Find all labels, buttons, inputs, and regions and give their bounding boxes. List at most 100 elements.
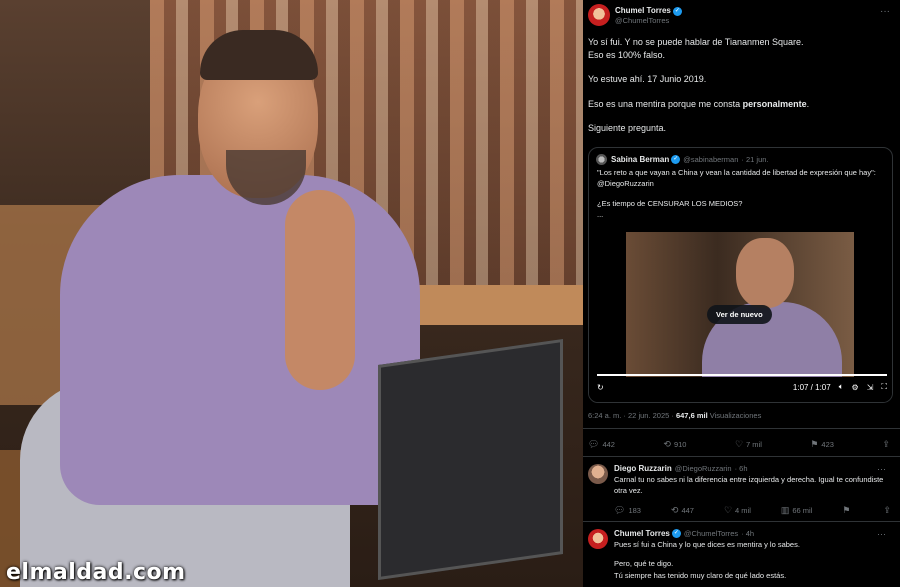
reply-time: · 4h <box>741 529 755 538</box>
tweet-bold-word: personalmente <box>742 98 807 109</box>
replay-button[interactable]: Ver de nuevo <box>707 305 772 324</box>
reply-count: 183 <box>628 506 641 515</box>
tweet-line: Yo estuve ahí. 17 Junio 2019. <box>588 74 707 84</box>
video-time: 1:07 / 1:07 <box>792 382 831 392</box>
tweet-punctuation: . <box>806 98 810 109</box>
tweet-line: Yo sí fui. Y no se puede hablar de Tiana… <box>588 37 804 47</box>
reply-actions: 💬︎ 183 ⟲ 447 ♡ 4 mil ▥ 66 mil ⚑ ⇪ <box>614 505 894 516</box>
share-button[interactable]: ⇪ <box>883 505 894 516</box>
quote-author-name[interactable]: Sabina Berman <box>611 155 669 164</box>
main-tweet-actions: 💬︎ 442 ⟲ 910 ♡ 7 mil ⚑ 423 ⇪ <box>588 439 893 450</box>
share-button[interactable]: ⇪ <box>882 439 893 450</box>
more-icon[interactable]: ··· <box>877 464 886 474</box>
reply-tweet[interactable]: Diego Ruzzarin @DiegoRuzzarin · 6h Carna… <box>588 464 898 496</box>
settings-icon[interactable]: ⚙︎ <box>852 383 859 392</box>
like-icon: ♡ <box>734 439 744 449</box>
tweet-body: Yo sí fui. Y no se puede hablar de Tiana… <box>588 36 893 147</box>
tweet-line: Eso es una mentira porque me consta <box>588 98 743 109</box>
video-still-photo: elmaldad.com <box>0 0 583 587</box>
quoted-tweet[interactable]: Sabina Berman ✓ @sabinaberman · 21 jun. … <box>588 147 893 403</box>
bookmark-icon: ⚑ <box>810 439 819 449</box>
quote-header: Sabina Berman ✓ @sabinaberman · 21 jun. <box>596 154 769 165</box>
reply-author-handle[interactable]: @DiegoRuzzarin <box>675 464 732 473</box>
reply-author-handle[interactable]: @ChumelTorres <box>684 529 738 538</box>
video-person-face <box>736 238 794 308</box>
reply-icon: 💬︎ <box>614 505 626 515</box>
avatar[interactable] <box>596 154 607 165</box>
divider <box>583 521 900 522</box>
retweet-count: 447 <box>681 506 694 515</box>
reply-time: · 6h <box>734 464 748 473</box>
retweet-icon: ⟲ <box>663 439 671 449</box>
quote-line: ... <box>597 209 604 219</box>
reply-author-name[interactable]: Chumel Torres <box>614 529 670 538</box>
reply-header: Diego Ruzzarin @DiegoRuzzarin · 6h <box>614 464 898 473</box>
like-count: 4 mil <box>735 506 751 515</box>
like-icon: ♡ <box>723 505 733 515</box>
man-shirt <box>60 175 420 505</box>
laptop <box>378 338 563 580</box>
bookmark-icon: ⚑ <box>842 505 851 515</box>
bookmark-count: 423 <box>821 440 834 449</box>
quote-body: "Los reto a que vayan a China y vean la … <box>597 168 887 220</box>
video-controls: ↻ 1:07 / 1:07 🔈︎ ⚙︎ ⇲ ⛶ <box>597 382 887 392</box>
reply-button[interactable]: 💬︎ 442 <box>588 439 615 450</box>
wooden-counter <box>400 285 583 325</box>
verified-icon: ✓ <box>671 529 681 538</box>
bookmark-button[interactable]: ⚑ 423 <box>810 439 834 450</box>
popout-icon[interactable]: ⇲ <box>867 383 874 392</box>
watermark: elmaldad.com <box>6 560 186 585</box>
volume-icon[interactable]: 🔈︎ <box>839 382 844 392</box>
avatar[interactable] <box>588 529 608 549</box>
verified-icon: ✓ <box>671 155 681 164</box>
reply-tweet[interactable]: Chumel Torres ✓ @ChumelTorres · 4h Pues … <box>588 529 898 582</box>
main-tweet-header: Chumel Torres ✓ @ChumelTorres <box>588 4 682 26</box>
reply-text: Pues sí fui a China y lo que dices es me… <box>614 540 800 549</box>
tweet-line: Eso es 100% falso. <box>588 49 666 60</box>
timestamp[interactable]: 6:24 a. m. · 22 jun. 2025 · <box>588 411 676 420</box>
replay-icon[interactable]: ↻ <box>597 383 604 392</box>
reply-text: Tú siempre has tenido muy claro de qué l… <box>614 571 787 580</box>
quote-line: "Los reto a que vayan a China y vean la … <box>597 168 876 188</box>
views-button[interactable]: ▥ 66 mil <box>781 505 813 516</box>
avatar[interactable] <box>588 464 608 484</box>
more-icon[interactable]: ··· <box>880 6 890 17</box>
retweet-count: 910 <box>673 440 687 449</box>
retweet-button[interactable]: ⟲ 447 <box>671 505 694 516</box>
reply-text: Carnal tu no sabes ni la diferencia entr… <box>614 475 884 495</box>
verified-icon: ✓ <box>672 6 682 16</box>
avatar[interactable] <box>588 4 610 26</box>
reply-button[interactable]: 💬︎ 183 <box>614 505 641 516</box>
share-icon: ⇪ <box>883 505 891 515</box>
reply-author-name[interactable]: Diego Ruzzarin <box>614 464 672 473</box>
tweet-line: Siguiente pregunta. <box>588 123 667 133</box>
more-icon[interactable]: ··· <box>877 529 886 539</box>
tweet-thread-panel: Chumel Torres ✓ @ChumelTorres ··· Yo sí f… <box>583 0 900 587</box>
views-icon: ▥ <box>780 505 790 515</box>
reply-icon: 💬︎ <box>588 439 600 449</box>
share-icon: ⇪ <box>882 439 890 449</box>
retweet-button[interactable]: ⟲ 910 <box>663 439 686 450</box>
like-count: 7 mil <box>746 440 762 449</box>
views-label: Visualizaciones <box>707 411 762 420</box>
divider <box>583 456 900 457</box>
reply-header: Chumel Torres ✓ @ChumelTorres · 4h <box>614 529 898 538</box>
man-hair <box>200 30 318 80</box>
fullscreen-icon[interactable]: ⛶ <box>881 382 887 392</box>
author-handle[interactable]: @ChumelTorres <box>615 16 682 25</box>
reply-text: Pero, qué te digo. <box>614 558 674 568</box>
like-button[interactable]: ♡ 7 mil <box>735 439 762 450</box>
video-progress-bar[interactable] <box>597 374 887 376</box>
tweet-meta: 6:24 a. m. · 22 jun. 2025 · 647,6 mil Vi… <box>588 411 761 420</box>
author-name[interactable]: Chumel Torres <box>615 6 671 15</box>
quote-author-handle[interactable]: @sabinaberman <box>683 155 738 164</box>
quote-date: · 21 jun. <box>741 155 769 164</box>
views-count: 66 mil <box>792 506 813 515</box>
video-player[interactable]: Ver de nuevo ↻ 1:07 / 1:07 🔈︎ ⚙︎ ⇲ ⛶ <box>589 232 892 402</box>
retweet-icon: ⟲ <box>670 505 679 515</box>
bookmark-button[interactable]: ⚑ <box>842 505 853 516</box>
views-count: 647,6 mil <box>675 411 708 420</box>
quote-line: ¿Es tiempo de CENSURAR LOS MEDIOS? <box>597 199 743 208</box>
man-arm <box>285 190 355 390</box>
like-button[interactable]: ♡ 4 mil <box>724 505 751 516</box>
